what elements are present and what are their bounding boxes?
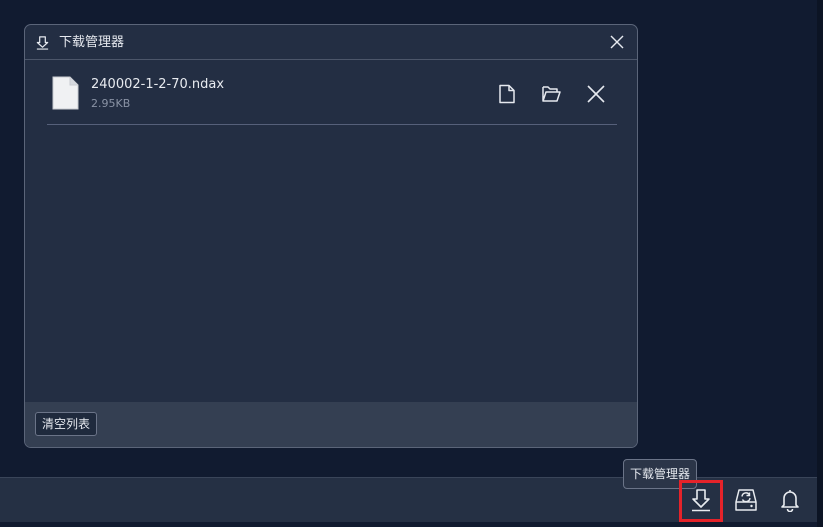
file-size: 2.95KB <box>91 97 131 110</box>
open-folder-icon[interactable] <box>540 83 562 105</box>
sync-drive-icon <box>735 489 757 511</box>
notifications-button[interactable] <box>772 482 808 518</box>
panel-header: 下载管理器 <box>25 25 637 60</box>
remove-icon[interactable] <box>585 83 607 105</box>
download-item: 240002-1-2-70.ndax 2.95KB <box>47 65 617 125</box>
window-edge <box>817 0 823 527</box>
close-icon[interactable] <box>609 34 625 50</box>
sync-drive-button[interactable] <box>728 482 764 518</box>
download-icon <box>36 36 49 50</box>
open-file-icon[interactable] <box>496 83 518 105</box>
panel-footer: 清空列表 <box>25 402 637 447</box>
file-icon <box>52 76 79 110</box>
app-screen: 下载管理器 240002-1-2-70.ndax 2.95KB 清空列表 下载管… <box>0 0 823 527</box>
bell-icon <box>781 490 799 512</box>
download-manager-button[interactable] <box>679 480 723 522</box>
file-name: 240002-1-2-70.ndax <box>91 77 225 92</box>
download-manager-panel: 下载管理器 240002-1-2-70.ndax 2.95KB 清空列表 <box>24 24 638 448</box>
clear-list-button[interactable]: 清空列表 <box>35 412 98 436</box>
download-icon <box>692 489 710 512</box>
panel-title: 下载管理器 <box>59 35 125 50</box>
